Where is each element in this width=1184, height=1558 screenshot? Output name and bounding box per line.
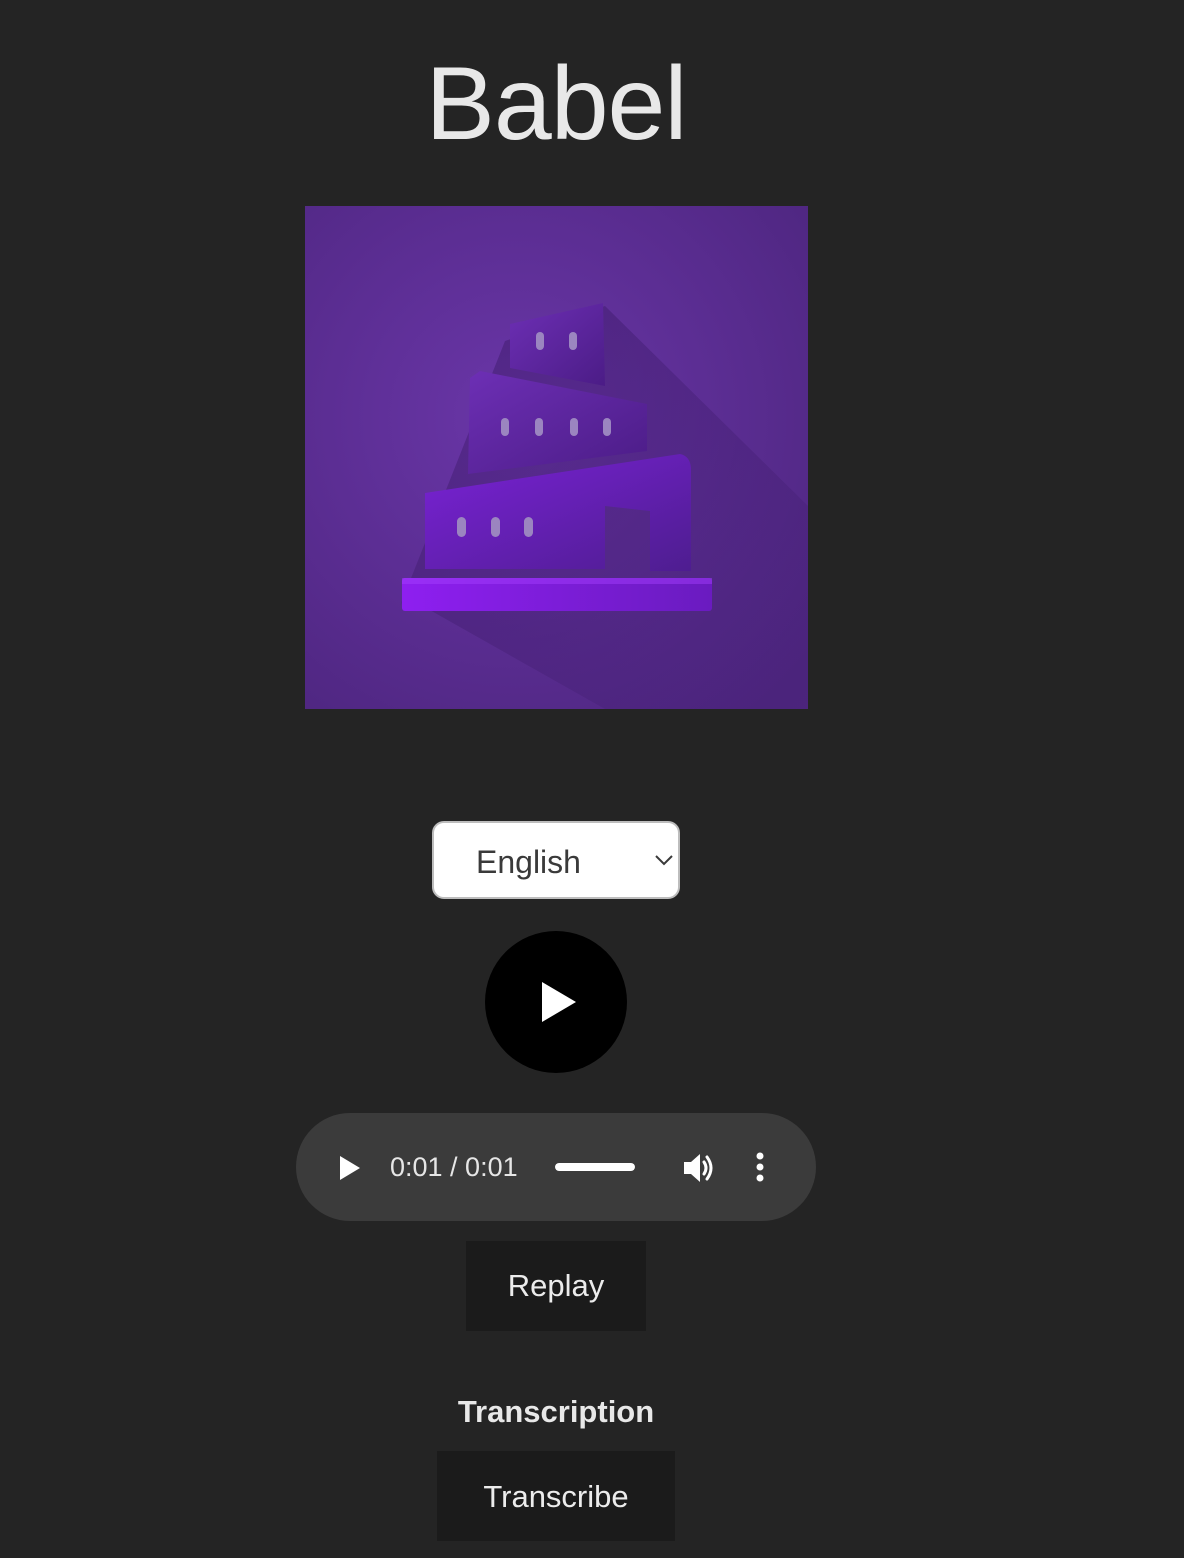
play-icon [542, 982, 576, 1022]
more-vertical-icon[interactable] [755, 1151, 765, 1183]
audio-player: 0:01 / 0:01 [296, 1113, 816, 1221]
page: Babel English 0:01 / 0:01 Replay Transcr… [0, 0, 1184, 1558]
audio-play-icon[interactable] [336, 1154, 362, 1182]
language-select[interactable]: English [432, 821, 680, 899]
tower-of-babel-logo [305, 206, 808, 709]
chevron-down-icon [655, 855, 673, 866]
transcription-heading: Transcription [457, 1394, 655, 1429]
replay-button[interactable]: Replay [466, 1241, 646, 1331]
audio-time-display: 0:01 / 0:01 [390, 1152, 518, 1182]
transcribe-button[interactable]: Transcribe [437, 1451, 675, 1541]
language-select-value: English [476, 844, 581, 880]
app-title: Babel [425, 46, 688, 162]
audio-progress-fill [555, 1163, 635, 1171]
play-button[interactable] [485, 931, 627, 1073]
volume-icon[interactable] [682, 1151, 718, 1185]
audio-progress-bar[interactable] [555, 1163, 635, 1171]
